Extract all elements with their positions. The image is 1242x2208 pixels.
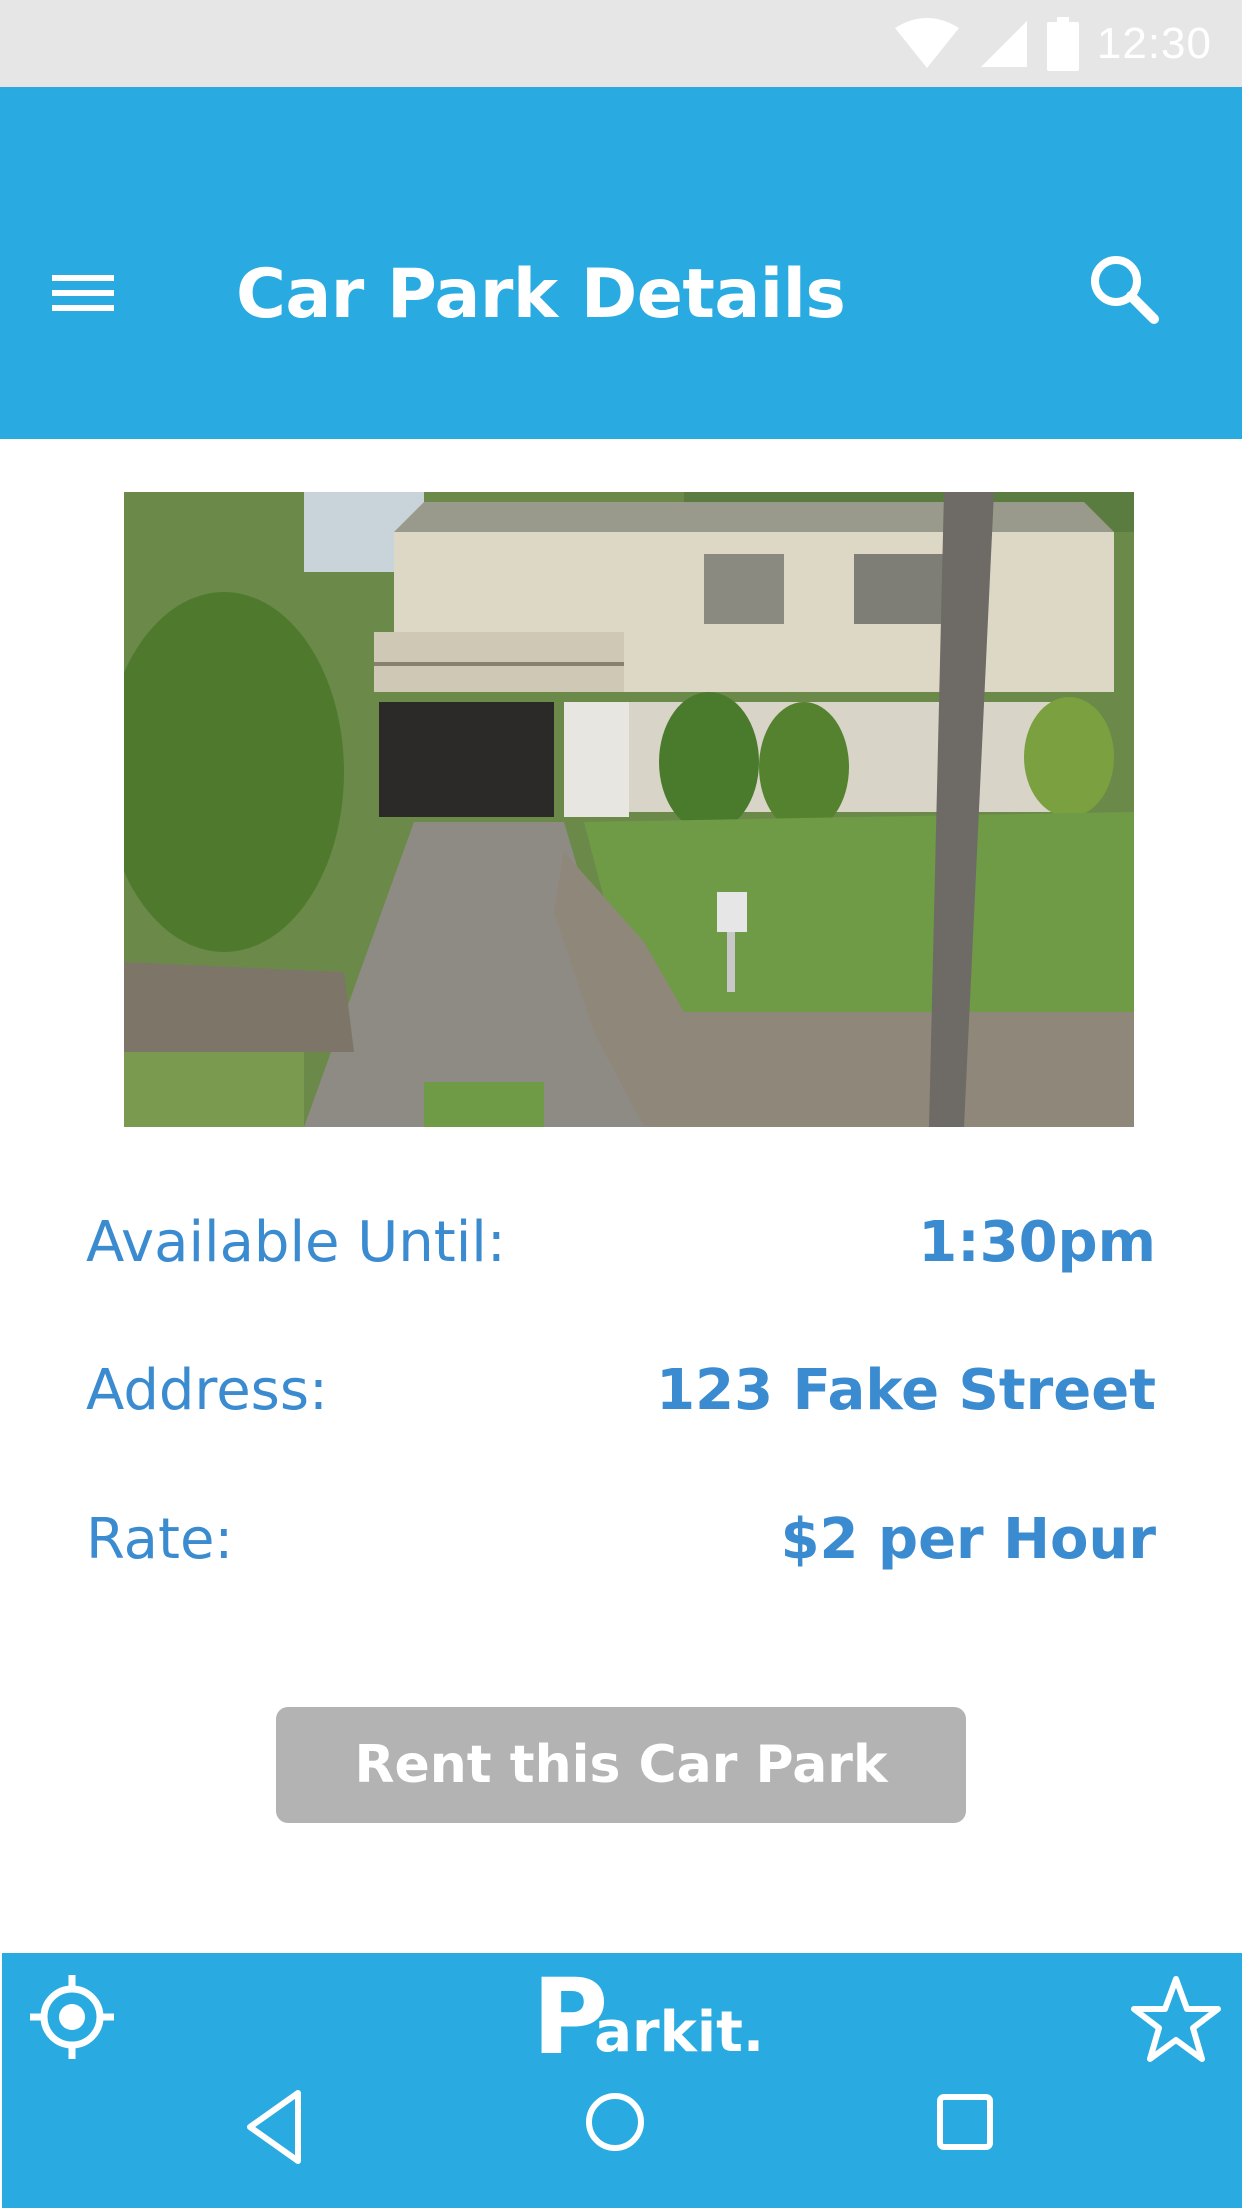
- status-icons: 12:30: [893, 0, 1212, 87]
- address-value: 123 Fake Street: [656, 1357, 1156, 1423]
- detail-row-rate: Rate: $2 per Hour: [86, 1499, 1156, 1579]
- parkit-logo: P arkit.: [532, 1965, 765, 2069]
- available-until-value: 1:30pm: [918, 1209, 1156, 1275]
- available-until-label: Available Until:: [86, 1209, 506, 1275]
- bottom-bar: P arkit.: [2, 1953, 1242, 2208]
- home-icon[interactable]: [580, 2087, 650, 2157]
- star-icon[interactable]: [1130, 1973, 1222, 2065]
- detail-row-available-until: Available Until: 1:30pm: [86, 1202, 1156, 1282]
- detail-row-address: Address: 123 Fake Street: [86, 1350, 1156, 1430]
- rate-label: Rate:: [86, 1506, 234, 1572]
- page-title: Car Park Details: [236, 255, 846, 334]
- car-park-photo: [124, 492, 1134, 1127]
- wifi-icon: [894, 17, 959, 68]
- locate-icon[interactable]: [28, 1973, 116, 2061]
- rate-value: $2 per Hour: [780, 1506, 1156, 1572]
- app-bar: Car Park Details: [0, 87, 1242, 439]
- status-time: 12:30: [1096, 18, 1212, 68]
- recent-apps-icon[interactable]: [930, 2087, 1000, 2157]
- battery-icon: [1046, 16, 1079, 71]
- hamburger-menu-icon[interactable]: [48, 257, 118, 327]
- status-bar: 12:30: [0, 0, 1242, 87]
- logo-rest: arkit.: [594, 2000, 765, 2065]
- rent-car-park-button[interactable]: Rent this Car Park: [276, 1707, 966, 1823]
- search-icon[interactable]: [1084, 249, 1164, 329]
- back-icon[interactable]: [240, 2087, 310, 2167]
- signal-icon: [980, 20, 1027, 67]
- address-label: Address:: [86, 1357, 328, 1423]
